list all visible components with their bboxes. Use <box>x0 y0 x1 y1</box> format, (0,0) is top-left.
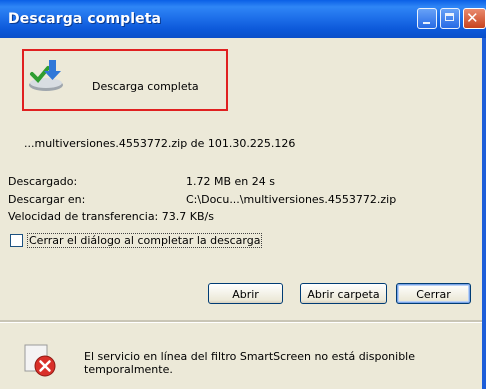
close-button[interactable]: Cerrar <box>396 283 471 304</box>
maximize-button[interactable] <box>440 8 460 29</box>
open-folder-button[interactable]: Abrir carpeta <box>300 283 387 304</box>
saved-to-value: C:\Docu...\multiversiones.4553772.zip <box>186 193 397 206</box>
download-complete-dialog: Descarga completa ✕ Descarga completa ..… <box>0 0 486 389</box>
transfer-speed: Velocidad de transferencia: 73.7 KB/s <box>8 210 214 223</box>
title-bar[interactable]: Descarga completa ✕ <box>0 0 486 38</box>
minimize-icon <box>423 22 430 24</box>
minimize-button[interactable] <box>417 8 437 29</box>
status-text: Descarga completa <box>92 80 199 93</box>
error-icon <box>24 344 56 377</box>
window-title: Descarga completa <box>8 11 162 27</box>
close-on-complete-label[interactable]: Cerrar el diálogo al completar la descar… <box>27 233 263 248</box>
saved-to-label: Descargar en: <box>8 193 86 206</box>
close-on-complete-checkbox[interactable] <box>10 234 23 247</box>
open-button[interactable]: Abrir <box>208 283 283 304</box>
downloaded-value: 1.72 MB en 24 s <box>186 175 275 188</box>
window-frame <box>482 38 486 389</box>
close-on-complete-option[interactable]: Cerrar el diálogo al completar la descar… <box>10 233 263 248</box>
maximize-icon <box>445 13 454 21</box>
file-source-line: ...multiversiones.4553772.zip de 101.30.… <box>24 137 296 150</box>
smartscreen-message: El servicio en línea del filtro SmartScr… <box>84 350 416 376</box>
close-icon: ✕ <box>466 9 479 27</box>
downloaded-label: Descargado: <box>8 175 78 188</box>
close-window-button[interactable]: ✕ <box>463 8 486 29</box>
download-complete-icon <box>29 60 63 91</box>
